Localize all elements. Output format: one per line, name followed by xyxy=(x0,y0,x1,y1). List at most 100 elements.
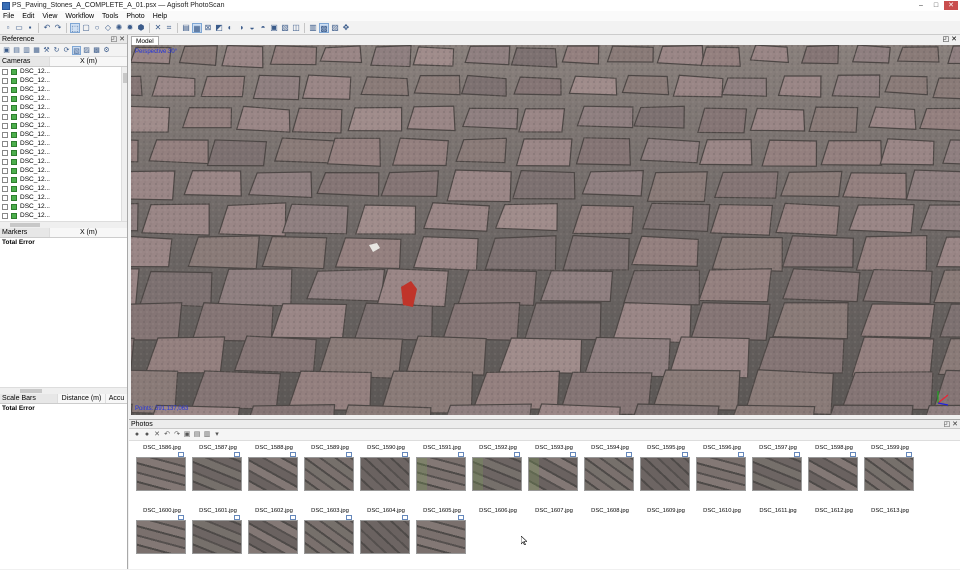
rectangle-select-icon[interactable]: ▢ xyxy=(81,23,91,33)
list-item[interactable]: DSC_12... xyxy=(0,121,127,130)
cameras-column-header[interactable]: Cameras xyxy=(0,57,50,66)
textured-icon[interactable]: ◓ xyxy=(258,23,268,33)
photo-thumbnail[interactable]: DSC_1603.jpg xyxy=(304,507,356,554)
show-markers-icon[interactable]: ◫ xyxy=(291,23,301,33)
photo-thumbnail[interactable]: DSC_1588.jpg xyxy=(248,444,300,491)
update-icon[interactable]: ⟳ xyxy=(62,46,71,55)
filter-icon[interactable]: ▤ xyxy=(193,431,201,439)
rotate-region-icon[interactable]: ▦ xyxy=(192,22,202,33)
photo-thumbnail[interactable]: DSC_1596.jpg xyxy=(696,444,748,491)
remove-camera-icon[interactable]: ✕ xyxy=(153,431,161,439)
list-item[interactable]: DSC_12... xyxy=(0,112,127,121)
photo-thumbnail[interactable]: DSC_1609.jpg xyxy=(640,507,692,515)
view-mode-icon[interactable]: ▥ xyxy=(203,431,211,439)
camera-checkbox[interactable] xyxy=(2,77,8,84)
save-icon[interactable]: ▪ xyxy=(25,23,35,33)
list-item[interactable]: DSC_12... xyxy=(0,175,127,184)
show-trackball-icon[interactable]: ▥ xyxy=(308,23,318,33)
cameras-hscrollbar[interactable] xyxy=(0,221,127,228)
redo-icon[interactable]: ↷ xyxy=(53,23,63,33)
camera-checkbox[interactable] xyxy=(2,212,8,219)
list-item[interactable]: DSC_12... xyxy=(0,211,127,220)
undo-icon[interactable]: ↶ xyxy=(42,23,52,33)
camera-checkbox[interactable] xyxy=(2,95,8,102)
photo-thumbnail[interactable]: DSC_1591.jpg xyxy=(416,444,468,491)
list-item[interactable]: DSC_12... xyxy=(0,166,127,175)
maximize-button[interactable]: □ xyxy=(929,1,943,10)
tools-icon[interactable]: ⚙ xyxy=(102,46,111,55)
reference-settings-icon[interactable]: ⚒ xyxy=(42,46,51,55)
menu-edit[interactable]: Edit xyxy=(22,13,34,20)
photo-thumbnail[interactable]: DSC_1610.jpg xyxy=(696,507,748,515)
photo-thumbnail[interactable]: DSC_1586.jpg xyxy=(136,444,188,491)
photo-thumbnail[interactable]: DSC_1597.jpg xyxy=(752,444,804,491)
convert-icon[interactable]: ↻ xyxy=(52,46,61,55)
solid-icon[interactable]: ◑ xyxy=(236,23,246,33)
camera-checkbox[interactable] xyxy=(2,149,8,156)
cameras-scrollbar[interactable] xyxy=(121,67,127,221)
x-column-header[interactable]: X (m) xyxy=(50,57,127,66)
open-icon[interactable]: ▭ xyxy=(14,23,24,33)
photo-thumbnail[interactable]: DSC_1604.jpg xyxy=(360,507,412,554)
menu-view[interactable]: View xyxy=(42,13,57,20)
list-item[interactable]: DSC_12... xyxy=(0,202,127,211)
clear-icon[interactable]: ▥ xyxy=(22,46,31,55)
tab-model[interactable]: Model xyxy=(131,36,159,45)
rotate-right-icon[interactable]: ↷ xyxy=(173,431,181,439)
wireframe-icon[interactable]: ◒ xyxy=(247,23,257,33)
view-source-icon[interactable]: ▧ xyxy=(72,45,81,55)
new-icon[interactable]: ▫ xyxy=(3,23,13,33)
list-item[interactable]: DSC_12... xyxy=(0,193,127,202)
camera-checkbox[interactable] xyxy=(2,140,8,147)
photo-thumbnail[interactable]: DSC_1607.jpg xyxy=(528,507,580,515)
photo-thumbnail[interactable]: DSC_1612.jpg xyxy=(808,507,860,515)
menu-help[interactable]: Help xyxy=(153,13,167,20)
photo-thumbnail[interactable]: DSC_1589.jpg xyxy=(304,444,356,491)
show-region-icon[interactable]: ▧ xyxy=(280,23,290,33)
markers-column-header[interactable]: Markers xyxy=(0,228,50,237)
camera-checkbox[interactable] xyxy=(2,122,8,129)
close-button[interactable]: ✕ xyxy=(944,1,958,10)
list-item[interactable]: DSC_12... xyxy=(0,85,127,94)
list-item[interactable]: DSC_12... xyxy=(0,157,127,166)
reset-view-icon[interactable]: ⊠ xyxy=(203,23,213,33)
photo-thumbnail[interactable]: DSC_1587.jpg xyxy=(192,444,244,491)
photo-thumbnail[interactable]: DSC_1599.jpg xyxy=(864,444,916,491)
distance-column-header[interactable]: Distance (m) xyxy=(58,394,106,403)
camera-checkbox[interactable] xyxy=(2,104,8,111)
photo-thumbnail[interactable]: DSC_1593.jpg xyxy=(528,444,580,491)
camera-checkbox[interactable] xyxy=(2,113,8,120)
tiled-model-icon[interactable]: ▣ xyxy=(269,23,279,33)
photo-thumbnail[interactable]: DSC_1601.jpg xyxy=(192,507,244,554)
show-aligned-chunks-icon[interactable]: ▨ xyxy=(330,23,340,33)
menu-tools[interactable]: Tools xyxy=(102,13,118,20)
resize-region-icon[interactable]: ▤ xyxy=(181,23,191,33)
show-info-icon[interactable]: ▩ xyxy=(319,22,329,33)
camera-checkbox[interactable] xyxy=(2,176,8,183)
camera-checkbox[interactable] xyxy=(2,203,8,210)
photo-thumbnail[interactable]: DSC_1592.jpg xyxy=(472,444,524,491)
settings-icon[interactable]: ▦ xyxy=(32,46,41,55)
camera-checkbox[interactable] xyxy=(2,68,8,75)
camera-checkbox[interactable] xyxy=(2,185,8,192)
export-icon[interactable]: ▤ xyxy=(12,46,21,55)
navigation-icon[interactable]: ⬚ xyxy=(70,22,80,33)
camera-checkbox[interactable] xyxy=(2,86,8,93)
panel-float-close-icon[interactable]: ◰ ✕ xyxy=(111,35,125,44)
delete-selection-icon[interactable]: ✕ xyxy=(153,23,163,33)
enable-camera-icon[interactable]: ● xyxy=(133,431,141,439)
list-item[interactable]: DSC_12... xyxy=(0,76,127,85)
photo-thumbnail[interactable]: DSC_1605.jpg xyxy=(416,507,468,554)
move-object-icon[interactable]: ✥ xyxy=(341,23,351,33)
camera-checkbox[interactable] xyxy=(2,194,8,201)
accuracy-column-header[interactable]: Accu xyxy=(106,394,127,403)
photo-thumbnail[interactable]: DSC_1590.jpg xyxy=(360,444,412,491)
crop-selection-icon[interactable]: ⌗ xyxy=(164,23,174,33)
photo-thumbnail[interactable]: DSC_1613.jpg xyxy=(864,507,916,515)
disable-camera-icon[interactable]: ● xyxy=(143,431,151,439)
camera-checkbox[interactable] xyxy=(2,167,8,174)
point-cloud-icon[interactable]: ✺ xyxy=(114,23,124,33)
photo-thumbnail[interactable]: DSC_1611.jpg xyxy=(752,507,804,515)
photo-thumbnail[interactable]: DSC_1598.jpg xyxy=(808,444,860,491)
mesh-icon[interactable]: ⬢ xyxy=(136,23,146,33)
